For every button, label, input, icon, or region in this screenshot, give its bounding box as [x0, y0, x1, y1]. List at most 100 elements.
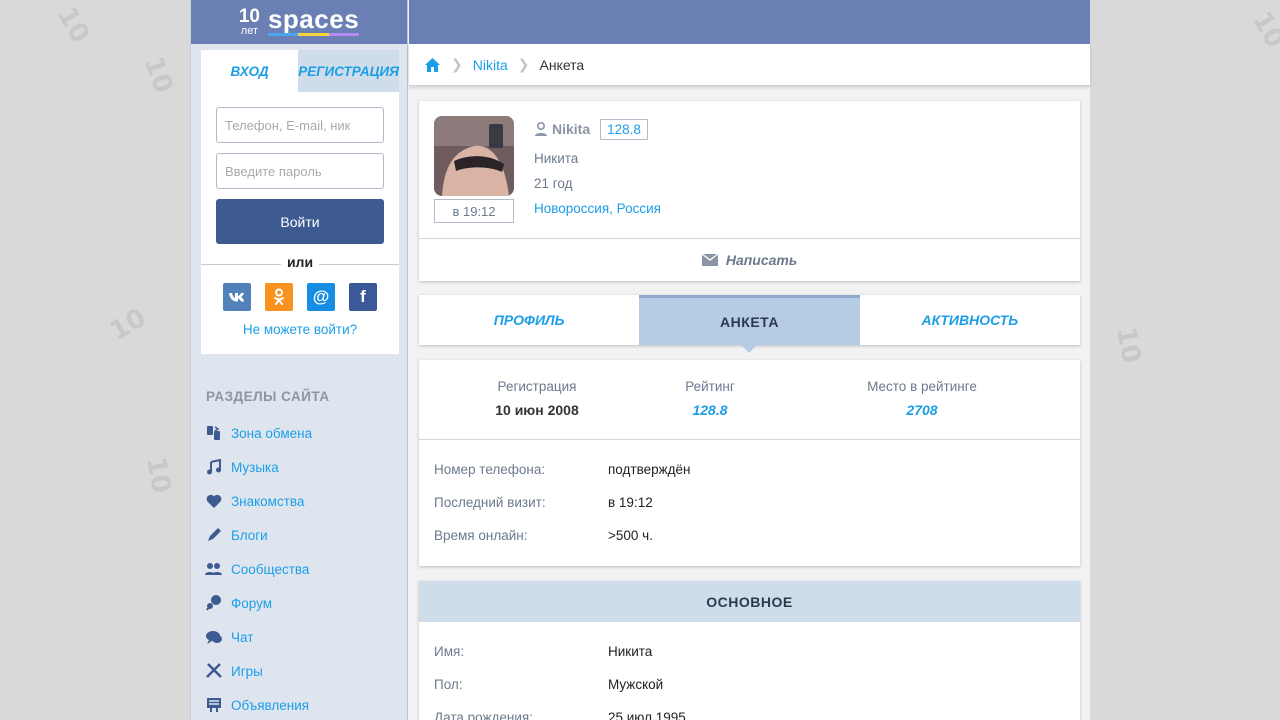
logo-years-word: лет: [240, 25, 258, 37]
chevron-right-icon: ❯: [451, 56, 463, 72]
nav-item-ads[interactable]: Объявления: [205, 688, 395, 720]
login-box: ВХОД РЕГИСТРАЦИЯ Телефон, E-mail, ник Вв…: [201, 50, 399, 354]
nav-item-exchange[interactable]: Зона обмена: [205, 416, 395, 450]
stat-place: Место в рейтинге 2708: [852, 379, 992, 418]
user-icon: [534, 121, 548, 137]
stats-row: Регистрация 10 июн 2008 Рейтинг 128.8 Ме…: [419, 360, 1080, 440]
login-tabs: ВХОД РЕГИСТРАЦИЯ: [201, 50, 399, 92]
detail-value: в 19:12: [608, 495, 653, 510]
nav-item-label: Чат: [231, 629, 254, 645]
nav-item-label: Форум: [231, 595, 273, 611]
facebook-icon[interactable]: f: [349, 283, 377, 311]
avatar[interactable]: [434, 116, 514, 196]
logo[interactable]: 10 лет spaces: [191, 0, 407, 44]
logo-wordmark: spaces: [267, 6, 360, 36]
write-message-button[interactable]: Написать: [419, 238, 1080, 281]
detail-key: Время онлайн:: [434, 528, 528, 543]
social-login: @ f: [223, 283, 377, 311]
nav-item-blogs[interactable]: Блоги: [205, 518, 395, 552]
breadcrumb-user[interactable]: Nikita: [473, 57, 508, 73]
nav-item-games[interactable]: Игры: [205, 654, 395, 688]
nav-item-forum[interactable]: Форум: [205, 586, 395, 620]
login-button[interactable]: Войти: [216, 199, 384, 244]
ads-icon: [205, 697, 222, 714]
username: Nikita: [552, 121, 591, 137]
home-icon[interactable]: [424, 57, 441, 73]
rating-badge[interactable]: 128.8: [600, 118, 648, 140]
detail-key: Пол:: [434, 677, 463, 692]
tab-questionnaire[interactable]: АНКЕТА: [639, 295, 860, 353]
tab-profile[interactable]: ПРОФИЛЬ: [419, 295, 639, 345]
detail-value: Никита: [608, 644, 653, 659]
tab-register[interactable]: РЕГИСТРАЦИЯ: [298, 50, 399, 92]
detail-value: Мужской: [608, 677, 664, 692]
tab-activity[interactable]: АКТИВНОСТЬ: [860, 295, 1080, 345]
sections-title: РАЗДЕЛЫ САЙТА: [206, 389, 330, 404]
detail-value: 25 июл 1995: [608, 710, 686, 720]
stat-label: Место в рейтинге: [867, 379, 977, 394]
tab-login[interactable]: ВХОД: [201, 50, 298, 92]
password-input[interactable]: Введите пароль: [216, 153, 384, 189]
sections-nav: Зона обмена Музыка Знакомства Блоги Сооб…: [205, 416, 395, 720]
nav-item-dating[interactable]: Знакомства: [205, 484, 395, 518]
background-pattern: 10: [140, 454, 177, 496]
detail-row: Пол: Мужской: [434, 677, 663, 692]
last-seen-badge: в 19:12: [434, 199, 514, 223]
stat-value-link[interactable]: 128.8: [660, 402, 760, 418]
nav-item-label: Музыка: [231, 459, 279, 475]
background-pattern: 10: [137, 52, 179, 98]
or-label: или: [281, 254, 319, 270]
nav-item-label: Блоги: [231, 527, 268, 543]
detail-key: Последний визит:: [434, 495, 546, 510]
chevron-right-icon: ❯: [517, 56, 530, 72]
nav-item-label: Игры: [231, 663, 263, 679]
stats-card: Регистрация 10 июн 2008 Рейтинг 128.8 Ме…: [419, 360, 1080, 566]
detail-row: Дата рождения: 25 июл 1995: [434, 710, 686, 720]
music-icon: [205, 459, 222, 476]
detail-key: Номер телефона:: [434, 462, 546, 477]
stat-label: Регистрация: [497, 379, 577, 394]
detail-key: Имя:: [434, 644, 465, 659]
username-row: Nikita 128.8: [534, 117, 661, 141]
page: 10 лет spaces ВХОД РЕГИСТРАЦИЯ Телефон, …: [190, 0, 1090, 720]
section-heading: ОСНОВНОЕ: [419, 581, 1080, 622]
real-name: Никита: [534, 151, 579, 166]
location-link[interactable]: Новороссия, Россия: [534, 201, 661, 216]
logo-stripe: [267, 33, 360, 36]
swords-icon: [205, 663, 222, 680]
pen-icon: [205, 527, 222, 544]
breadcrumb-current: Анкета: [539, 56, 585, 73]
detail-row: Номер телефона: подтверждён: [434, 462, 691, 477]
mail-icon[interactable]: @: [307, 283, 335, 311]
nav-item-chat[interactable]: Чат: [205, 620, 395, 654]
nav-item-communities[interactable]: Сообщества: [205, 552, 395, 586]
nav-item-label: Объявления: [231, 697, 310, 713]
vk-icon[interactable]: [223, 283, 251, 311]
cant-login-link[interactable]: Не можете войти?: [201, 322, 399, 337]
top-bar: [409, 0, 1090, 44]
profile-tabs: ПРОФИЛЬ АНКЕТА АКТИВНОСТЬ: [419, 295, 1080, 353]
nav-item-label: Сообщества: [231, 561, 310, 577]
write-message-label: Написать: [725, 252, 798, 268]
stat-rating: Рейтинг 128.8: [660, 379, 760, 418]
background-pattern: 10: [1110, 324, 1147, 366]
chat-icon: [205, 629, 222, 646]
breadcrumb: ❯ Nikita ❯ Анкета: [409, 44, 1090, 86]
profile-card: в 19:12 Nikita 128.8 Никита 21 год Новор…: [419, 101, 1080, 281]
stat-value-link[interactable]: 2708: [852, 402, 992, 418]
nav-item-music[interactable]: Музыка: [205, 450, 395, 484]
stat-value: 10 июн 2008: [495, 402, 579, 418]
basic-section: ОСНОВНОЕ Имя: Никита Пол: Мужской Дата р…: [419, 581, 1080, 720]
people-icon: [205, 561, 222, 578]
detail-row: Время онлайн: >500 ч.: [434, 528, 653, 543]
detail-value: подтверждён: [608, 462, 691, 477]
logo-years: 10 лет: [239, 7, 260, 37]
background-pattern: 10: [51, 1, 96, 49]
login-input[interactable]: Телефон, E-mail, ник: [216, 107, 384, 143]
detail-value: >500 ч.: [608, 528, 653, 543]
logo-years-number: 10: [238, 6, 260, 27]
envelope-icon: [701, 254, 718, 266]
forum-icon: [205, 595, 222, 612]
ok-icon[interactable]: [265, 283, 293, 311]
nav-item-label: Знакомства: [231, 493, 305, 509]
